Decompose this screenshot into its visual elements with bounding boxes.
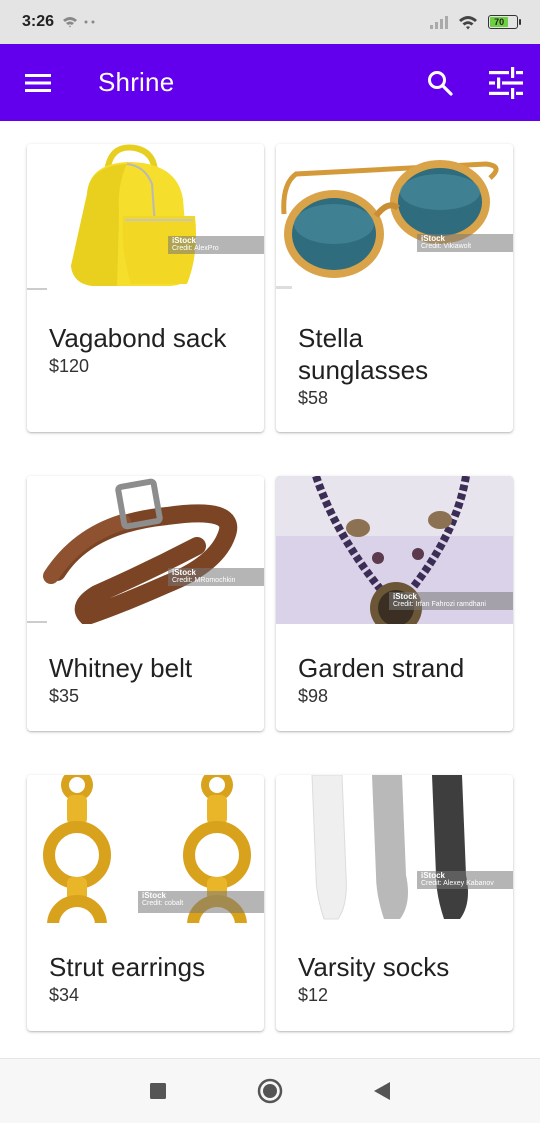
tune-icon xyxy=(489,66,523,99)
product-card[interactable]: iStock Credit: AlexPro Vagabond sack $120 xyxy=(27,144,264,432)
status-time: 3:26 xyxy=(22,13,55,30)
product-image-socks: iStock Credit: Alexey Kabanov xyxy=(276,775,513,923)
menu-icon xyxy=(25,73,51,92)
search-button[interactable] xyxy=(412,55,468,111)
socks-illustration xyxy=(311,775,468,920)
product-image-sunglasses: iStock Credit: Vikiawolt xyxy=(276,144,513,292)
product-name: Varsity socks xyxy=(298,952,450,982)
product-card[interactable]: iStock Credit: MRomochkin Whitney belt $3… xyxy=(27,476,264,731)
product-card[interactable]: iStock Credit: Vikiawolt Stella sunglasse… xyxy=(276,144,513,432)
product-image-necklace: iStock Credit: Irfan Fahrozi ramdhani xyxy=(276,476,513,624)
product-price: $120 xyxy=(49,356,90,376)
product-image-belt: iStock Credit: MRomochkin xyxy=(27,476,264,624)
back-button[interactable] xyxy=(326,1061,438,1121)
istock-watermark: iStock Credit: Irfan Fahrozi ramdhani xyxy=(389,592,513,610)
search-icon xyxy=(428,70,453,96)
product-name: Whitney belt xyxy=(49,653,193,683)
product-price: $58 xyxy=(298,388,329,408)
product-price: $98 xyxy=(298,686,329,706)
top-app-bar: Shrine xyxy=(0,44,540,121)
circle-icon xyxy=(257,1078,283,1104)
filter-button[interactable] xyxy=(478,55,534,111)
product-card[interactable]: iStock Credit: Irfan Fahrozi ramdhani Gar… xyxy=(276,476,513,731)
product-name: Strut earrings xyxy=(49,952,206,982)
istock-watermark: iStock Credit: cobalt xyxy=(138,891,264,913)
system-nav-bar xyxy=(0,1058,540,1123)
app-title: Shrine xyxy=(98,67,175,97)
product-card[interactable]: iStock Credit: cobalt Strut earrings $34 xyxy=(27,775,264,1031)
product-grid: iStock Credit: AlexPro Vagabond sack $120… xyxy=(0,121,540,1058)
belt-illustration xyxy=(27,478,238,624)
battery-icon: 70 xyxy=(488,15,521,29)
product-image-earrings: iStock Credit: cobalt xyxy=(27,775,264,923)
product-price: $12 xyxy=(298,985,329,1005)
recents-button[interactable] xyxy=(102,1061,214,1121)
product-price: $34 xyxy=(49,985,80,1005)
product-name: Vagabond sack xyxy=(49,323,227,353)
backpack-illustration xyxy=(27,144,196,290)
istock-watermark: iStock Credit: Vikiawolt xyxy=(417,234,513,252)
product-card[interactable]: iStock Credit: Alexey Kabanov Varsity soc… xyxy=(276,775,513,1031)
sunglasses-illustration xyxy=(276,160,499,289)
product-name: Garden strand xyxy=(298,653,465,683)
triangle-back-icon xyxy=(374,1082,390,1100)
home-button[interactable] xyxy=(214,1061,326,1121)
istock-watermark: iStock Credit: MRomochkin xyxy=(168,568,264,586)
product-name: Stella sunglasses xyxy=(298,323,429,385)
wifi-icon xyxy=(459,15,477,29)
signal-icon xyxy=(430,16,448,29)
wifi-small-icon xyxy=(63,17,78,28)
status-bar: 3:26 70 xyxy=(0,0,540,44)
istock-watermark: iStock Credit: AlexPro xyxy=(168,236,264,254)
dots-icon xyxy=(84,20,95,24)
istock-watermark: iStock Credit: Alexey Kabanov xyxy=(417,871,513,889)
menu-button[interactable] xyxy=(10,55,66,111)
product-price: $35 xyxy=(49,686,80,706)
square-icon xyxy=(150,1083,166,1099)
battery-level: 70 xyxy=(490,17,509,27)
product-image-backpack: iStock Credit: AlexPro xyxy=(27,144,264,292)
